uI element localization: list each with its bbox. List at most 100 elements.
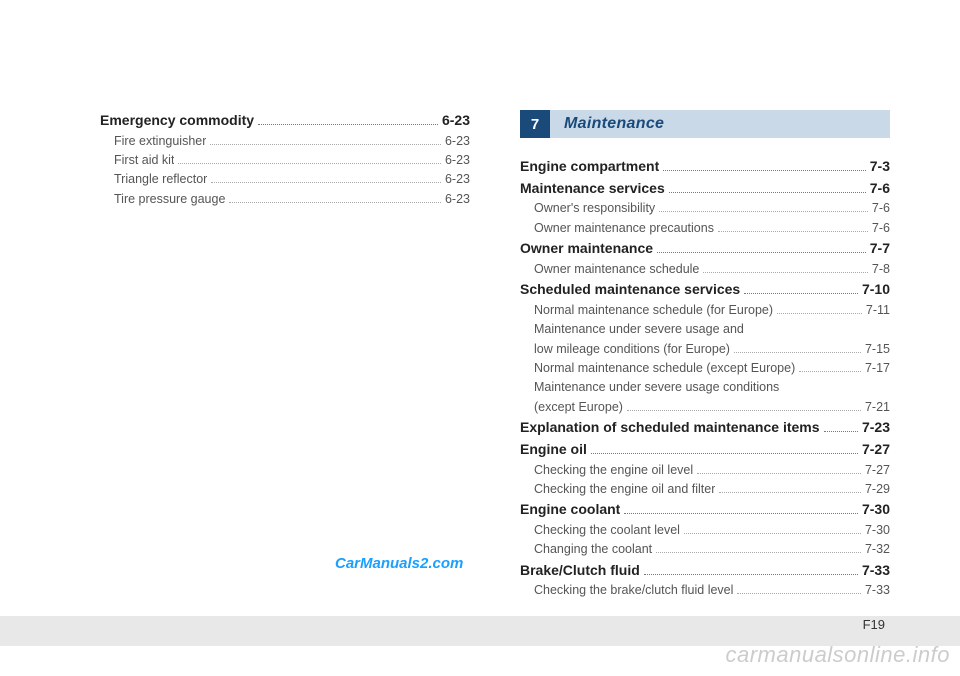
- toc-heading-page: 6-23: [442, 110, 470, 132]
- toc-heading-page: 7-30: [862, 499, 890, 521]
- toc-sub-row: Tire pressure gauge 6-23: [100, 190, 470, 209]
- toc-sub-row: Checking the coolant level7-30: [520, 521, 890, 540]
- toc-sub-row: Triangle reflector 6-23: [100, 170, 470, 189]
- toc-sub-page: 6-23: [445, 170, 470, 189]
- manual-page: Emergency commodity 6-23 Fire extinguish…: [0, 0, 960, 676]
- toc-dots: [211, 182, 441, 183]
- left-column: Emergency commodity 6-23 Fire extinguish…: [100, 110, 470, 601]
- toc-sub-label: Normal maintenance schedule (for Europe): [534, 301, 773, 320]
- toc-heading-page: 7-23: [862, 417, 890, 439]
- toc-sub-page: 7-15: [865, 340, 890, 359]
- toc-sub-label: (except Europe): [534, 398, 623, 417]
- right-toc-list: Engine compartment7-3Maintenance service…: [520, 156, 890, 601]
- toc-heading-label: Scheduled maintenance services: [520, 279, 740, 301]
- toc-dots: [663, 170, 866, 171]
- chapter-title: Maintenance: [550, 110, 890, 138]
- toc-sub-page: 7-6: [872, 199, 890, 218]
- toc-dots: [644, 574, 858, 575]
- toc-heading-label: Maintenance services: [520, 178, 665, 200]
- toc-heading-row: Emergency commodity 6-23: [100, 110, 470, 132]
- toc-sub-label: low mileage conditions (for Europe): [534, 340, 730, 359]
- toc-sub-row: Owner maintenance schedule 7-8: [520, 260, 890, 279]
- toc-sub-label: Owner maintenance precautions: [534, 219, 714, 238]
- toc-sub-page: 7-27: [865, 461, 890, 480]
- toc-sub-label: Tire pressure gauge: [114, 190, 225, 209]
- toc-heading-row: Engine compartment7-3: [520, 156, 890, 178]
- toc-sub-label: Maintenance under severe usage condition…: [534, 378, 779, 397]
- toc-heading-page: 7-10: [862, 279, 890, 301]
- toc-sub-row: Owner's responsibility 7-6: [520, 199, 890, 218]
- toc-sub-page: 7-8: [872, 260, 890, 279]
- toc-sub-label: Checking the engine oil level: [534, 461, 693, 480]
- toc-dots: [178, 163, 441, 164]
- toc-dots: [656, 552, 861, 553]
- toc-heading-label: Owner maintenance: [520, 238, 653, 260]
- toc-heading-label: Emergency commodity: [100, 110, 254, 132]
- page-number: F19: [863, 617, 885, 632]
- toc-sub-label: Owner's responsibility: [534, 199, 655, 218]
- toc-sub-page: 7-29: [865, 480, 890, 499]
- toc-heading-page: 7-7: [870, 238, 890, 260]
- toc-dots: [591, 453, 858, 454]
- toc-sub-label: Triangle reflector: [114, 170, 207, 189]
- chapter-bar: 7 Maintenance: [520, 110, 890, 138]
- toc-sub-page: 7-32: [865, 540, 890, 559]
- toc-sub-label: Owner maintenance schedule: [534, 260, 699, 279]
- toc-dots: [210, 144, 441, 145]
- toc-dots: [659, 211, 868, 212]
- toc-sub-row: Maintenance under severe usage condition…: [520, 378, 890, 397]
- toc-dots: [744, 293, 858, 294]
- toc-dots: [734, 352, 861, 353]
- toc-heading-label: Engine oil: [520, 439, 587, 461]
- watermark-carmanualsonline: carmanualsonline.info: [725, 642, 950, 668]
- toc-sub-page: 6-23: [445, 132, 470, 151]
- toc-dots: [719, 492, 861, 493]
- toc-heading-label: Brake/Clutch fluid: [520, 560, 640, 582]
- toc-sub-page: 6-23: [445, 190, 470, 209]
- toc-dots: [737, 593, 861, 594]
- toc-heading-label: Engine compartment: [520, 156, 659, 178]
- toc-sub-label: Changing the coolant: [534, 540, 652, 559]
- toc-dots: [703, 272, 868, 273]
- toc-heading-page: 7-27: [862, 439, 890, 461]
- toc-heading-row: Explanation of scheduled maintenance ite…: [520, 417, 890, 439]
- toc-sub-label: Fire extinguisher: [114, 132, 206, 151]
- toc-sub-row: Checking the engine oil level 7-27: [520, 461, 890, 480]
- toc-sub-row: Maintenance under severe usage and: [520, 320, 890, 339]
- columns: Emergency commodity 6-23 Fire extinguish…: [100, 110, 890, 601]
- toc-sub-row: First aid kit 6-23: [100, 151, 470, 170]
- toc-heading-row: Maintenance services 7-6: [520, 178, 890, 200]
- toc-dots: [799, 371, 861, 372]
- toc-dots: [669, 192, 866, 193]
- toc-dots: [718, 231, 868, 232]
- toc-sub-label: Normal maintenance schedule (except Euro…: [534, 359, 795, 378]
- toc-sub-label: Checking the brake/clutch fluid level: [534, 581, 733, 600]
- toc-sub-row: Changing the coolant 7-32: [520, 540, 890, 559]
- toc-sub-row: Checking the brake/clutch fluid level 7-3…: [520, 581, 890, 600]
- toc-sub-label: First aid kit: [114, 151, 174, 170]
- toc-heading-page: 7-6: [870, 178, 890, 200]
- toc-sub-page: 7-6: [872, 219, 890, 238]
- toc-heading-page: 7-33: [862, 560, 890, 582]
- toc-heading-label: Engine coolant: [520, 499, 620, 521]
- toc-sub-page: 6-23: [445, 151, 470, 170]
- toc-heading-row: Owner maintenance 7-7: [520, 238, 890, 260]
- toc-sub-page: 7-33: [865, 581, 890, 600]
- toc-dots: [229, 202, 441, 203]
- toc-dots: [627, 410, 861, 411]
- toc-sub-row: (except Europe) 7-21: [520, 398, 890, 417]
- toc-heading-row: Engine coolant 7-30: [520, 499, 890, 521]
- toc-sub-row: low mileage conditions (for Europe) 7-15: [520, 340, 890, 359]
- right-column: 7 Maintenance Engine compartment7-3Maint…: [520, 110, 890, 601]
- toc-sub-page: 7-21: [865, 398, 890, 417]
- toc-sub-page: 7-11: [866, 301, 890, 320]
- toc-heading-row: Engine oil 7-27: [520, 439, 890, 461]
- toc-dots: [824, 431, 858, 432]
- toc-dots: [624, 513, 858, 514]
- toc-dots: [684, 533, 861, 534]
- toc-dots: [777, 313, 862, 314]
- toc-heading-label: Explanation of scheduled maintenance ite…: [520, 417, 820, 439]
- toc-sub-row: Normal maintenance schedule (except Euro…: [520, 359, 890, 378]
- toc-dots: [697, 473, 861, 474]
- toc-sub-page: 7-17: [865, 359, 890, 378]
